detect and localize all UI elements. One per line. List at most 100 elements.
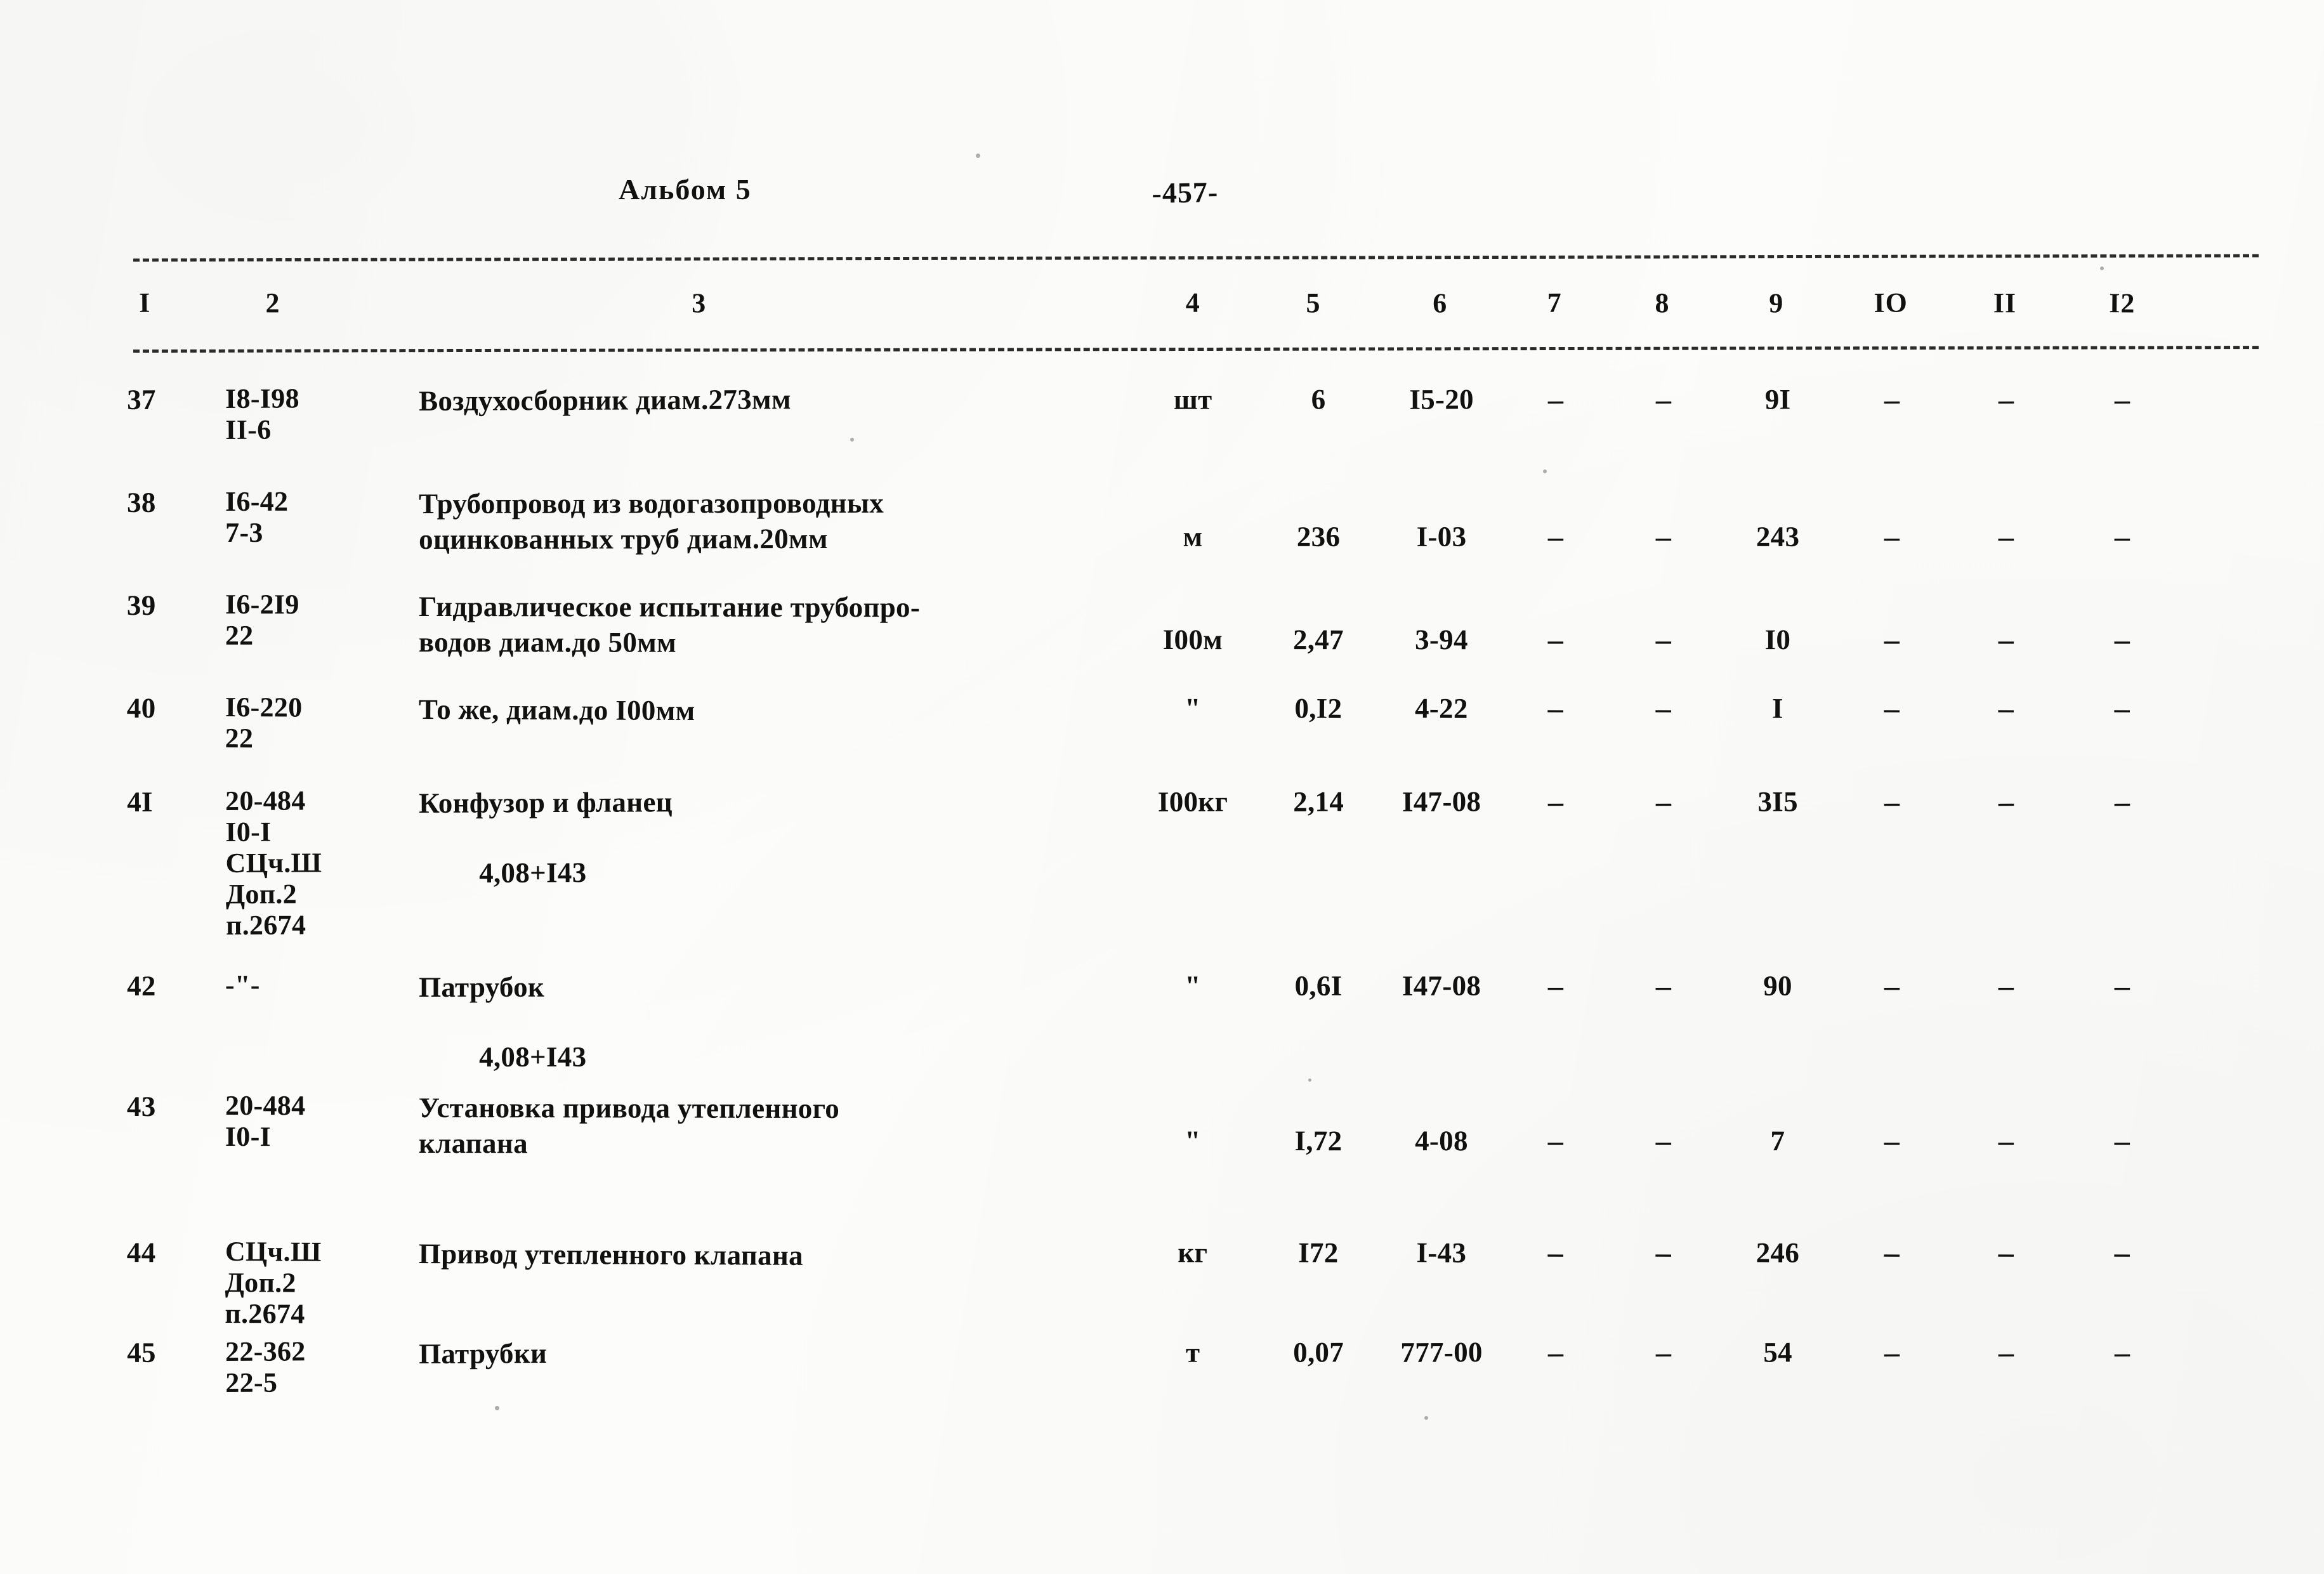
row-col8: – xyxy=(1655,969,1672,1003)
row-unit-cost: 4-22 xyxy=(1414,692,1468,725)
row-col7: – xyxy=(1547,520,1564,554)
column-number-11: II xyxy=(1993,287,2017,318)
column-number-4: 4 xyxy=(1185,287,1200,318)
scan-speck xyxy=(2100,266,2104,270)
column-number-5: 5 xyxy=(1306,287,1321,318)
row-description: Установка привода утепленного клапана xyxy=(418,1092,840,1160)
row-col12: – xyxy=(2114,785,2130,819)
row-col10: – xyxy=(1884,1335,1900,1370)
row-code: СЦч.Ш Доп.2 п.2674 xyxy=(225,1236,322,1330)
row-total: 90 xyxy=(1763,969,1792,1002)
column-number-10: IO xyxy=(1874,287,1908,318)
row-code: I6-42 7-3 xyxy=(225,485,289,548)
row-col12: – xyxy=(2114,1335,2130,1370)
row-col11: – xyxy=(1998,785,2014,819)
row-col8: – xyxy=(1655,383,1672,417)
row-total: 246 xyxy=(1756,1236,1800,1269)
row-code: 20-484 I0-I СЦч.Ш Доп.2 п.2674 xyxy=(225,785,322,941)
row-unit: т xyxy=(1185,1336,1200,1368)
row-col10: – xyxy=(1884,785,1900,819)
row-col7: – xyxy=(1547,692,1564,726)
column-number-7: 7 xyxy=(1547,287,1562,318)
row-description: Трубопровод из водогазопроводных оцинков… xyxy=(419,487,884,555)
row-col10: – xyxy=(1884,1236,1900,1270)
row-col8: – xyxy=(1655,1124,1672,1158)
row-col7: – xyxy=(1547,1236,1564,1270)
row-code: 22-362 22-5 xyxy=(225,1335,306,1398)
column-number-8: 8 xyxy=(1655,287,1670,318)
row-col11: – xyxy=(1998,520,2014,554)
row-code: I8-I98 II-6 xyxy=(225,383,299,445)
row-col10: – xyxy=(1884,692,1900,726)
row-item-number: 43 xyxy=(126,1091,156,1123)
table-rule-top xyxy=(133,254,2259,262)
row-col7: – xyxy=(1547,1335,1564,1370)
row-quantity: I,72 xyxy=(1294,1125,1343,1157)
row-unit-cost: 4-08 xyxy=(1415,1125,1468,1157)
row-item-number: 44 xyxy=(126,1236,156,1269)
scan-speck xyxy=(1308,1079,1311,1082)
row-description: Гидравлическое испытание трубопро- водов… xyxy=(418,591,921,659)
row-col12: – xyxy=(2114,1124,2130,1158)
row-code: I6-220 22 xyxy=(225,692,303,754)
row-quantity: 0,6I xyxy=(1294,969,1343,1002)
row-code: I6-2I9 22 xyxy=(225,589,299,652)
row-col8: – xyxy=(1655,520,1672,554)
row-unit: " xyxy=(1185,1125,1201,1157)
row-item-number: 4I xyxy=(127,785,153,818)
row-quantity: 236 xyxy=(1296,520,1341,553)
column-number-6: 6 xyxy=(1433,287,1448,319)
row-code: -"- xyxy=(225,969,260,1000)
row-unit: м xyxy=(1183,520,1203,553)
row-unit: I00м xyxy=(1162,624,1223,656)
column-number-9: 9 xyxy=(1769,287,1784,319)
column-number-3: 3 xyxy=(692,287,707,319)
row-col11: – xyxy=(1998,969,2014,1003)
column-number-12: I2 xyxy=(2109,287,2136,319)
row-col11: – xyxy=(1998,1124,2014,1158)
row-unit: шт xyxy=(1173,383,1212,416)
row-col8: – xyxy=(1655,1335,1672,1370)
row-col11: – xyxy=(1998,1335,2014,1370)
table-rule-bottom xyxy=(133,346,2259,353)
row-col7: – xyxy=(1547,785,1564,819)
row-col10: – xyxy=(1884,969,1900,1003)
row-col11: – xyxy=(1998,692,2014,726)
row-unit: " xyxy=(1185,969,1201,1002)
row-unit-cost: I-03 xyxy=(1416,520,1467,553)
row-total: 3I5 xyxy=(1757,785,1798,818)
row-total: 7 xyxy=(1770,1125,1785,1157)
row-col10: – xyxy=(1884,623,1900,657)
row-col8: – xyxy=(1655,785,1672,819)
row-unit: " xyxy=(1185,692,1201,725)
row-total: 9I xyxy=(1764,383,1791,416)
row-quantity: 0,07 xyxy=(1293,1336,1344,1368)
row-col7: – xyxy=(1547,1124,1564,1158)
column-number-1: I xyxy=(138,287,151,318)
row-col7: – xyxy=(1547,969,1564,1003)
row-description: Патрубок xyxy=(419,971,545,1003)
row-code: 20-484 I0-I xyxy=(225,1090,306,1153)
scanned-document-page: Альбом 5 -457- I 2 3 4 5 6 7 8 9 IO II I2 37 I8-I98 … xyxy=(0,0,2324,1574)
column-number-2: 2 xyxy=(265,287,280,318)
row-description: Патрубки xyxy=(419,1337,548,1370)
row-col11: – xyxy=(1998,1236,2014,1270)
row-total: I0 xyxy=(1764,624,1791,656)
row-description: Воздухосборник диам.273мм xyxy=(419,383,791,417)
row-item-number: 40 xyxy=(126,692,156,725)
row-col7: – xyxy=(1547,623,1564,657)
row-col8: – xyxy=(1655,623,1672,657)
row-description: Привод утепленного клапана xyxy=(418,1238,804,1271)
row-quantity: 2,47 xyxy=(1292,624,1344,656)
row-unit-cost: 3-94 xyxy=(1415,624,1468,656)
row-col12: – xyxy=(2114,692,2130,726)
scan-speck xyxy=(850,438,854,442)
row-unit: I00кг xyxy=(1157,785,1228,818)
row-col12: – xyxy=(2114,623,2130,657)
scan-speck xyxy=(1543,469,1547,473)
row-description-secondary: 4,08+I43 xyxy=(479,856,587,889)
row-quantity: 0,I2 xyxy=(1294,692,1343,725)
album-label: Альбом 5 xyxy=(619,173,752,206)
scan-speck xyxy=(976,154,980,158)
row-item-number: 37 xyxy=(127,383,156,416)
